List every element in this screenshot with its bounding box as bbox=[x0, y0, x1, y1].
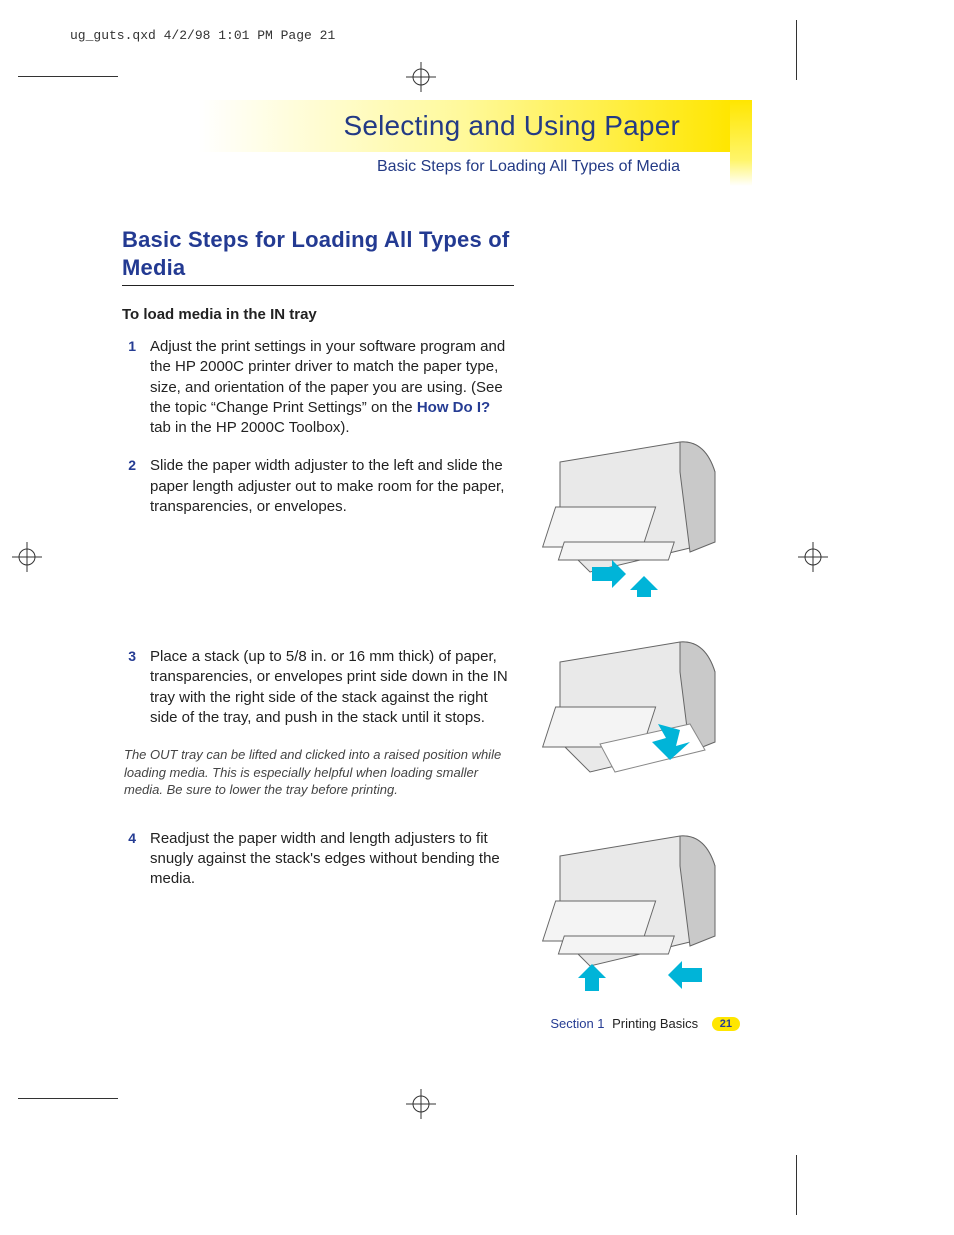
registration-mark-icon bbox=[12, 542, 42, 572]
step-number: 2 bbox=[122, 456, 136, 517]
chapter-subtitle: Basic Steps for Loading All Types of Med… bbox=[140, 158, 730, 176]
crop-mark bbox=[18, 1098, 118, 1099]
step-list: 1 Adjust the print settings in your soft… bbox=[122, 337, 514, 889]
step-number: 3 bbox=[122, 647, 136, 728]
chapter-banner: Selecting and Using Paper bbox=[140, 100, 730, 152]
step-number: 1 bbox=[122, 337, 136, 438]
page-footer: Section 1 Printing Basics 21 bbox=[520, 1016, 740, 1031]
step-4: 4 Readjust the paper width and length ad… bbox=[122, 829, 514, 890]
section-heading: Basic Steps for Loading All Types of Med… bbox=[122, 226, 514, 281]
chapter-title: Selecting and Using Paper bbox=[140, 100, 680, 152]
registration-mark-icon bbox=[798, 542, 828, 572]
how-do-i-emph: How Do I? bbox=[417, 399, 490, 416]
print-job-header: ug_guts.qxd 4/2/98 1:01 PM Page 21 bbox=[70, 28, 335, 43]
step-text: Readjust the paper width and length adju… bbox=[150, 829, 514, 890]
crop-mark bbox=[796, 1155, 797, 1215]
printer-figure-3 bbox=[530, 826, 740, 991]
registration-mark-icon bbox=[406, 1089, 436, 1119]
printer-figure-1 bbox=[530, 432, 740, 597]
step-1: 1 Adjust the print settings in your soft… bbox=[122, 337, 514, 438]
banner-accent bbox=[730, 100, 752, 186]
page-number-badge: 21 bbox=[712, 1017, 740, 1031]
step-text: Place a stack (up to 5/8 in. or 16 mm th… bbox=[150, 647, 514, 728]
step-note: The OUT tray can be lifted and clicked i… bbox=[124, 746, 514, 799]
section-subheading: To load media in the IN tray bbox=[122, 306, 514, 323]
content-column: Basic Steps for Loading All Types of Med… bbox=[122, 226, 514, 907]
step-text: Adjust the print settings in your softwa… bbox=[150, 337, 514, 438]
crop-mark bbox=[796, 20, 797, 80]
crop-mark bbox=[18, 76, 118, 77]
printer-figure-2 bbox=[530, 632, 740, 797]
footer-section: Section 1 bbox=[550, 1016, 604, 1031]
step-number: 4 bbox=[122, 829, 136, 890]
step-3: 3 Place a stack (up to 5/8 in. or 16 mm … bbox=[122, 647, 514, 728]
heading-rule bbox=[122, 285, 514, 286]
step-text-part: tab in the HP 2000C Toolbox). bbox=[150, 419, 350, 436]
footer-label: Printing Basics bbox=[612, 1016, 698, 1031]
step-2: 2 Slide the paper width adjuster to the … bbox=[122, 456, 514, 517]
registration-mark-icon bbox=[406, 62, 436, 92]
step-text: Slide the paper width adjuster to the le… bbox=[150, 456, 514, 517]
